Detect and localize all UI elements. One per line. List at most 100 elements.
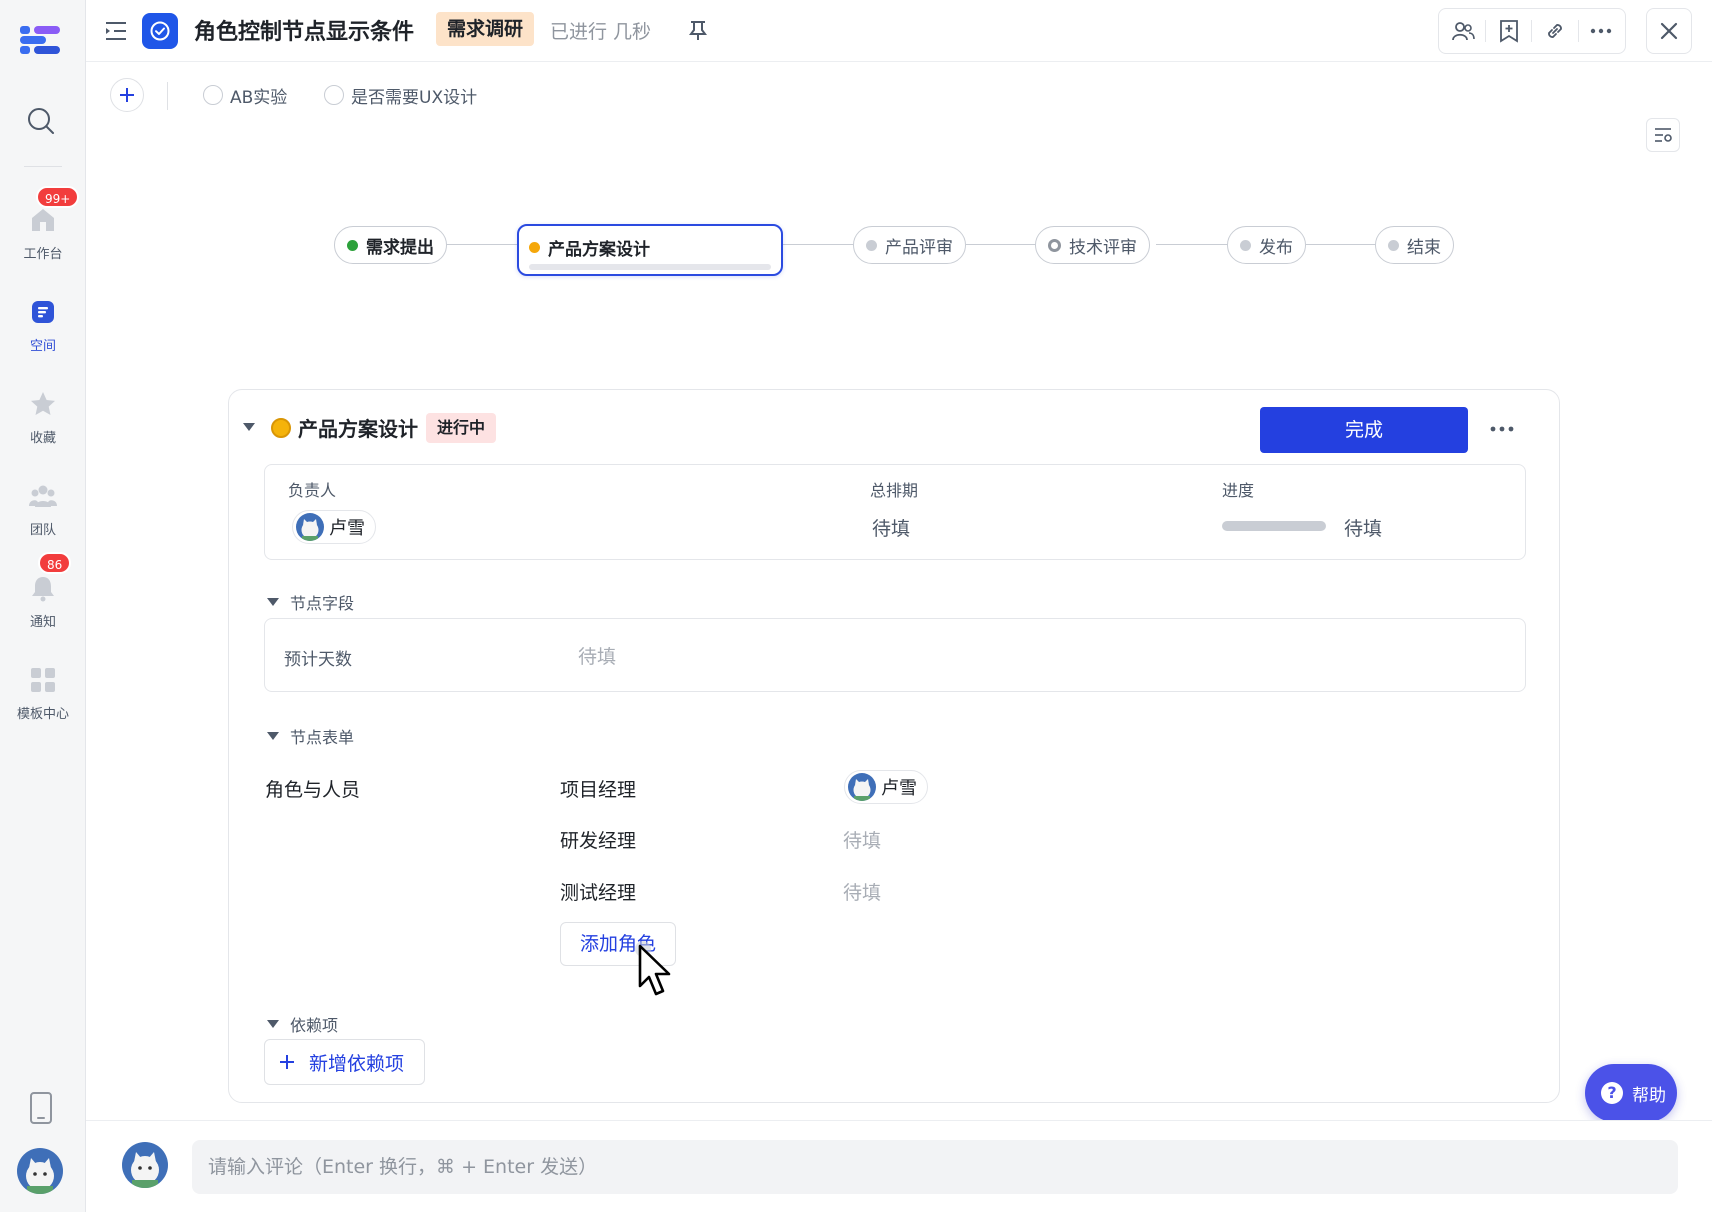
option-label: 是否需要UX设计: [351, 87, 478, 108]
owner-label: 负责人: [288, 481, 337, 500]
flow-connector: [1156, 244, 1228, 245]
sidebar-item-label: 通知: [29, 615, 56, 630]
node-fields-box: [264, 618, 1526, 692]
mouse-cursor-icon: [635, 941, 671, 996]
collapse-sidebar-icon[interactable]: [104, 20, 128, 42]
flow-node-product-review[interactable]: 产品评审: [853, 226, 966, 264]
avatar: [848, 773, 876, 801]
section-dependencies[interactable]: 依赖项: [266, 1012, 338, 1036]
elapsed-time: 已进行 几秒: [550, 21, 652, 43]
flow-node-end[interactable]: 结束: [1375, 226, 1454, 264]
collapse-caret-icon: [267, 598, 279, 606]
sidebar-item-label: 模板中心: [16, 707, 69, 722]
avatar: [296, 513, 324, 541]
collapse-caret-icon[interactable]: [242, 422, 256, 432]
view-settings-button[interactable]: [1646, 118, 1680, 152]
flow-node-label: 需求提出: [366, 237, 434, 258]
role-assignee-empty[interactable]: 待填: [843, 878, 881, 905]
app-logo-icon[interactable]: [20, 22, 60, 56]
option-ux-design[interactable]: 是否需要UX设计: [324, 82, 477, 108]
flow-node-tech-review[interactable]: 技术评审: [1035, 226, 1150, 264]
header-toolbar: [1438, 8, 1626, 54]
flow-node-label: 结束: [1407, 237, 1441, 258]
list-settings-icon: [1655, 128, 1672, 142]
progress-bar: [1222, 521, 1326, 531]
flow-node-label: 产品方案设计: [548, 240, 650, 260]
user-avatar[interactable]: [17, 1148, 63, 1194]
section-title: 节点表单: [290, 728, 355, 747]
node-status-badge: 进行中: [426, 413, 497, 443]
status-dot: [1240, 239, 1251, 251]
sidebar-item-label: 团队: [29, 523, 56, 538]
add-condition-button[interactable]: [110, 78, 144, 112]
status-dot: [1048, 238, 1061, 252]
team-icon: [29, 485, 57, 507]
close-button[interactable]: [1646, 8, 1692, 54]
owner-user-chip[interactable]: 卢雪: [292, 510, 376, 544]
schedule-value[interactable]: 待填: [872, 514, 910, 541]
section-node-fields[interactable]: 节点字段: [266, 590, 354, 614]
radio-button[interactable]: [324, 85, 344, 105]
section-node-form[interactable]: 节点表单: [266, 724, 354, 748]
collapse-caret-icon: [267, 732, 279, 740]
flow-node-label: 产品评审: [885, 237, 953, 258]
role-assignee-chip[interactable]: 卢雪: [844, 770, 928, 804]
flow-connector: [782, 244, 854, 245]
assignee-name: 卢雪: [881, 778, 917, 799]
add-dependency-label: 新增依赖项: [309, 1052, 405, 1075]
option-ab-test[interactable]: AB实验: [203, 82, 287, 108]
status-dot: [1388, 239, 1399, 251]
workitem-type-icon: [142, 13, 178, 49]
copy-link-button[interactable]: [1542, 18, 1568, 44]
search-icon[interactable]: [26, 106, 56, 136]
mobile-icon[interactable]: [29, 1092, 53, 1124]
role-name: 研发经理: [560, 830, 637, 852]
sidebar-item-notifications[interactable]: 通知 86: [0, 552, 86, 636]
top-header: 角色控制节点显示条件 需求调研 已进行 几秒: [86, 0, 1712, 62]
stage-tag[interactable]: 需求调研: [436, 12, 535, 46]
sidebar-item-space[interactable]: 空间: [0, 290, 86, 360]
flow-node-requirement[interactable]: 需求提出: [334, 226, 447, 264]
flow-node-current[interactable]: 产品方案设计: [517, 224, 783, 276]
sidebar-item-favorites[interactable]: 收藏: [0, 382, 86, 452]
progress-value[interactable]: 待填: [1344, 514, 1382, 541]
complete-button[interactable]: 完成: [1260, 407, 1468, 453]
more-button[interactable]: [1588, 18, 1614, 44]
sidebar-item-team[interactable]: 团队: [0, 474, 86, 544]
role-name: 测试经理: [560, 882, 637, 904]
plus-icon: [280, 1055, 294, 1069]
bookmark-button[interactable]: [1496, 18, 1522, 44]
sidebar-item-label: 收藏: [29, 431, 56, 446]
status-dot: [866, 239, 877, 251]
help-button[interactable]: ? 帮助: [1585, 1064, 1677, 1122]
flow-node-release[interactable]: 发布: [1227, 226, 1306, 264]
field-value[interactable]: 待填: [578, 642, 616, 669]
add-dependency-button[interactable]: 新增依赖项: [264, 1039, 425, 1085]
help-label: 帮助: [1632, 1085, 1666, 1106]
field-label: 预计天数: [284, 650, 352, 670]
sidebar-item-templates[interactable]: 模板中心: [0, 658, 86, 728]
sidebar-item-workbench[interactable]: 工作台 99+: [0, 186, 86, 268]
option-label: AB实验: [230, 87, 288, 108]
toolbar-divider: [1485, 20, 1487, 42]
members-icon: [1451, 22, 1475, 41]
radio-button[interactable]: [203, 85, 223, 105]
role-assignee-empty[interactable]: 待填: [843, 826, 881, 853]
status-dot: [529, 242, 540, 253]
commenter-avatar: [122, 1142, 168, 1188]
link-icon: [1548, 24, 1562, 38]
pin-icon[interactable]: [686, 18, 710, 42]
flow-connector: [446, 244, 518, 245]
node-title: 产品方案设计: [298, 417, 418, 441]
role-name: 项目经理: [560, 779, 637, 801]
sidebar-item-label: 工作台: [23, 247, 63, 262]
section-title: 依赖项: [290, 1016, 339, 1035]
more-horizontal-icon[interactable]: [1488, 418, 1516, 440]
schedule-label: 总排期: [870, 481, 919, 500]
comment-input[interactable]: [192, 1140, 1678, 1194]
flow-node-label: 发布: [1259, 237, 1293, 258]
flow-connector: [966, 244, 1036, 245]
toolbar-divider: [1577, 20, 1579, 42]
members-button[interactable]: [1450, 18, 1476, 44]
status-dot: [347, 239, 358, 251]
